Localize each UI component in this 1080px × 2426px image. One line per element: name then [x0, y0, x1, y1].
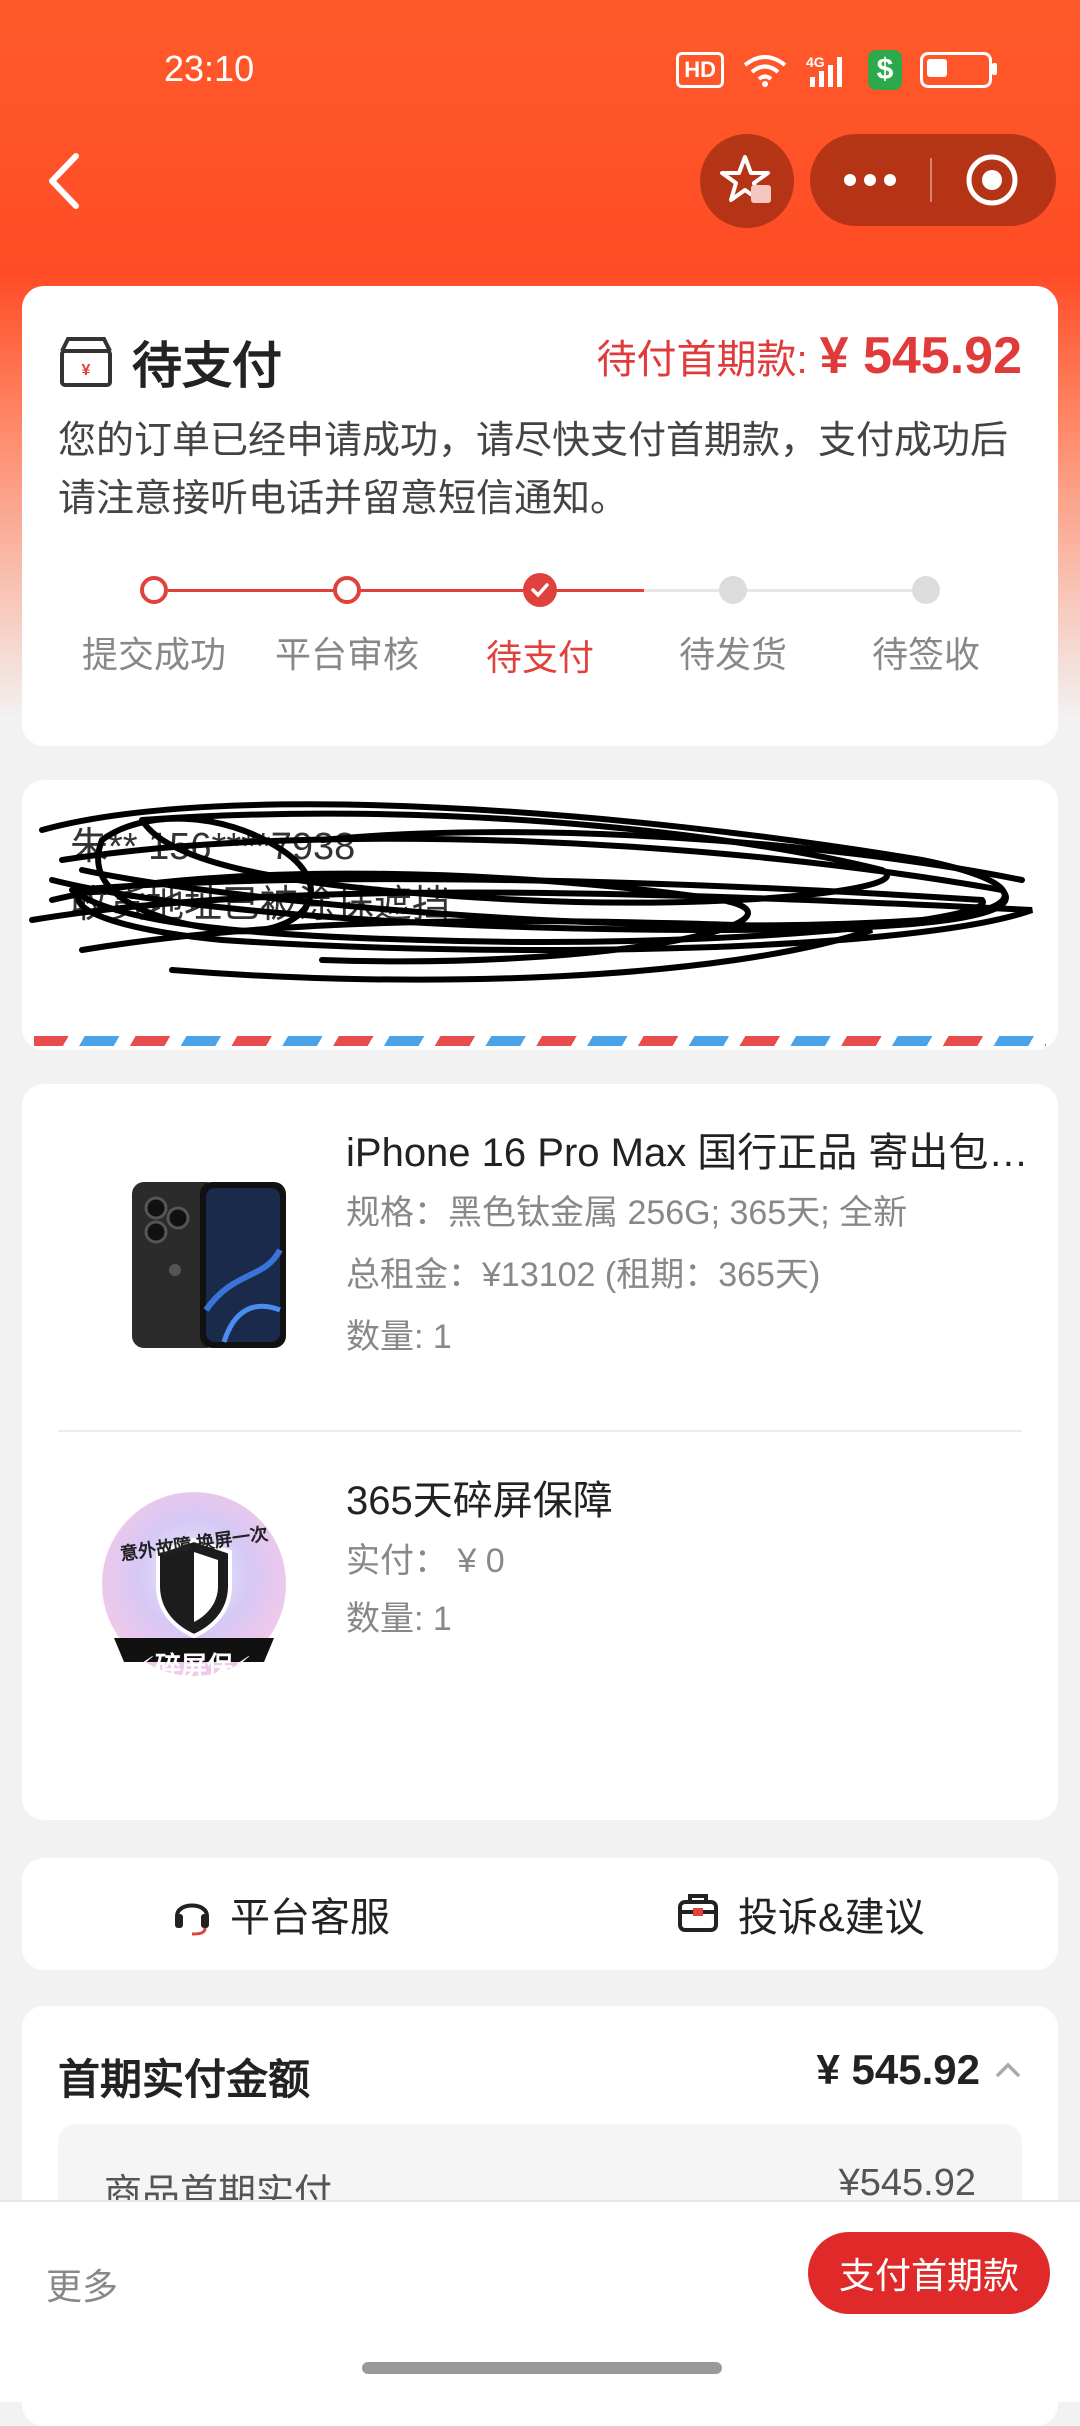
step-dot-done: [140, 576, 168, 604]
svg-text:¥: ¥: [82, 362, 91, 379]
product-card: iPhone 16 Pro Max 国行正品 寄出包… 规格：黑色钛金属 256…: [22, 1084, 1058, 1820]
step-pending-payment: 待支付: [444, 573, 636, 681]
product-spec: 规格：黑色钛金属 256G; 365天; 全新: [346, 1194, 908, 1232]
close-mini-program-button[interactable]: [932, 134, 1052, 226]
badge-bottom-text: ⚡碎屏保⚡: [136, 1651, 252, 1681]
order-progress-steps: 提交成功 平台审核 待支付 待发货 待签收: [58, 573, 1022, 696]
redaction-scribble: [29, 801, 1034, 983]
step-label: 待发货: [678, 634, 787, 675]
step-label: 平台审核: [274, 634, 419, 675]
step-label: 待签收: [871, 634, 980, 675]
dollar-shield-icon: $: [868, 50, 902, 90]
service-card: 平台客服 投诉&建议: [22, 1858, 1058, 1970]
product-item-iphone[interactable]: iPhone 16 Pro Max 国行正品 寄出包… 规格：黑色钛金属 256…: [22, 1120, 1058, 1420]
step-dot-todo: [912, 576, 940, 604]
status-time: 23:10: [164, 48, 255, 89]
wifi-icon: [743, 55, 787, 87]
address-card[interactable]: 朱** 156****7938 收货地址已被涂抹遮挡: [22, 780, 1058, 1050]
due-label: 待付首期款:: [596, 338, 808, 382]
product-divider: [58, 1430, 1022, 1432]
order-status-card: ¥ 待支付 待付首期款: ¥ 545.92 您的订单已经申请成功，请尽快支付首期…: [22, 286, 1058, 746]
step-dot-done: [333, 576, 361, 604]
feedback-button[interactable]: 投诉&建议: [676, 1858, 925, 1970]
product-name: 365天碎屏保障: [346, 1479, 613, 1523]
status-bar: 23:10 HD 4G $: [0, 0, 1080, 140]
step-review: 平台审核: [251, 576, 443, 678]
home-indicator[interactable]: [362, 2362, 722, 2374]
svg-text:4G: 4G: [806, 54, 825, 70]
status-title-row: ¥ 待支付: [58, 326, 282, 398]
due-value: ¥ 545.92: [819, 327, 1022, 385]
payment-total-toggle[interactable]: ¥ 545.92: [817, 2046, 1023, 2094]
payment-total: ¥ 545.92: [816, 2046, 981, 2093]
product-total-rent: 总租金：¥13102 (租期：365天): [346, 1256, 821, 1294]
platform-support-button[interactable]: 平台客服: [172, 1858, 390, 1970]
iphone-product-image: [132, 1182, 286, 1348]
check-icon: [523, 573, 557, 607]
chevron-up-icon: [996, 2062, 1020, 2077]
payment-title: 首期实付金额: [58, 2056, 311, 2103]
step-label: 待支付: [485, 637, 594, 678]
chevron-left-icon: [49, 153, 79, 209]
battery-icon: [920, 52, 997, 88]
star-icon: [720, 155, 771, 203]
platform-support-label: 平台客服: [230, 1896, 390, 1940]
back-button[interactable]: [36, 146, 96, 216]
status-title: 待支付: [132, 338, 282, 394]
product-info: iPhone 16 Pro Max 国行正品 寄出包… 规格：黑色钛金属 256…: [346, 1120, 1036, 1364]
favorite-button[interactable]: [700, 134, 794, 228]
wallet-icon: ¥: [60, 337, 112, 387]
more-dots-icon: [844, 174, 896, 186]
step-submitted: 提交成功: [58, 576, 250, 678]
hd-icon: HD: [676, 52, 724, 88]
step-label: 提交成功: [81, 634, 226, 675]
due-amount: 待付首期款: ¥ 545.92: [596, 326, 1022, 386]
status-description: 您的订单已经申请成功，请尽快支付首期款，支付成功后请注意接听电话并留意短信通知。: [58, 420, 1009, 520]
pay-first-installment-button[interactable]: 支付首期款: [808, 2232, 1050, 2314]
mail-icon: [678, 1894, 718, 1932]
step-pending-receipt: 待签收: [830, 576, 1022, 678]
status-icons: HD 4G $: [676, 50, 997, 90]
product-paid: 实付： ¥ 0: [346, 1542, 505, 1580]
step-dot-todo: [719, 576, 747, 604]
mini-program-capsule: [810, 134, 1056, 226]
step-pending-shipment: 待发货: [637, 576, 829, 678]
product-info: 365天碎屏保障 实付： ¥ 0 数量: 1: [346, 1468, 1036, 1646]
target-icon: [966, 154, 1018, 206]
product-quantity: 数量: 1: [346, 1318, 452, 1356]
signal-icon: 4G: [806, 54, 842, 87]
airmail-stripe: [34, 1036, 1046, 1046]
more-link[interactable]: 更多: [46, 2258, 118, 2310]
product-name: iPhone 16 Pro Max 国行正品 寄出包…: [346, 1131, 1029, 1175]
product-item-screen-protection[interactable]: 365天碎屏保障 实付： ¥ 0 数量: 1 意外故障 换屏一次 ⚡碎屏保⚡: [22, 1468, 1058, 1768]
more-button[interactable]: [810, 134, 930, 226]
product-quantity: 数量: 1: [346, 1600, 452, 1638]
feedback-label: 投诉&建议: [738, 1896, 925, 1940]
payment-detail-value: ¥545.92: [838, 2162, 976, 2204]
headset-icon: [175, 1903, 209, 1936]
